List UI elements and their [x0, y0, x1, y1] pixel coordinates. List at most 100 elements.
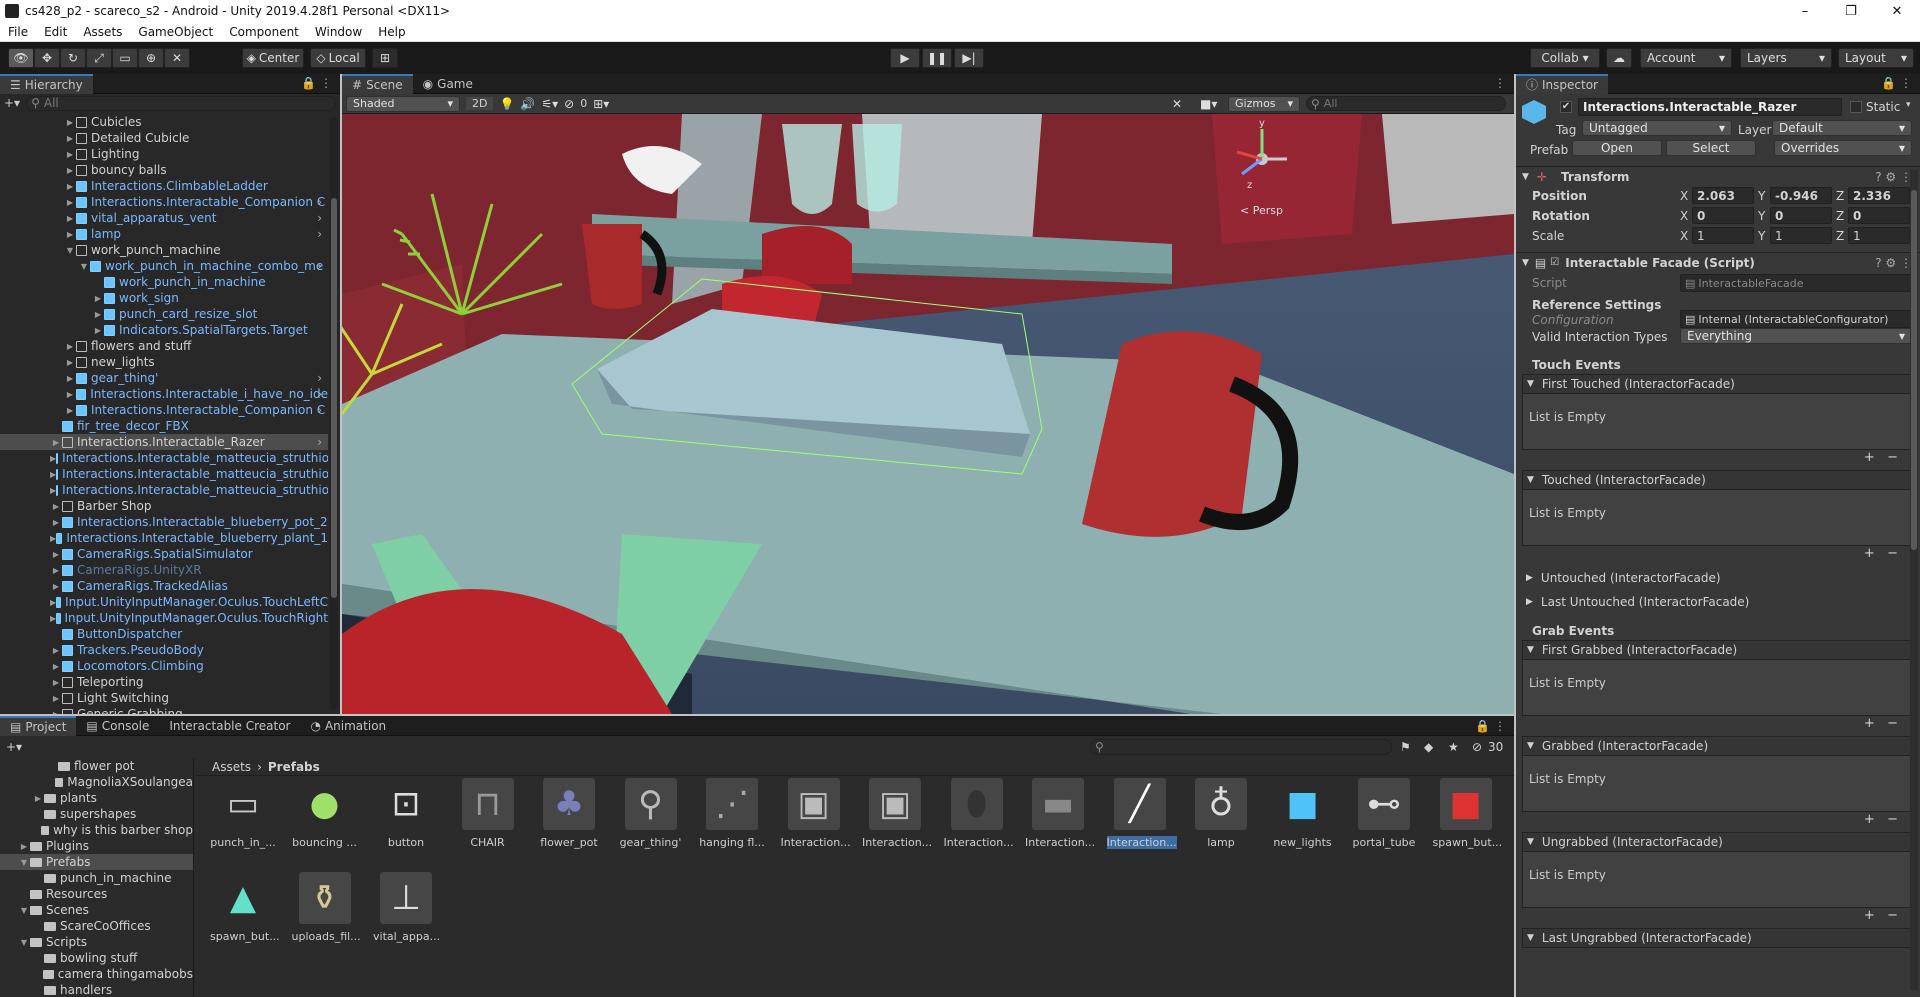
- tab-project[interactable]: ▤ Project: [0, 715, 77, 736]
- hierarchy-item[interactable]: ▶ Cubicles: [0, 114, 328, 130]
- transform-scale-y-field[interactable]: 1: [1770, 227, 1832, 244]
- foldout-closed-icon[interactable]: ▶: [92, 326, 104, 335]
- transform-rotation-y-field[interactable]: 0: [1770, 207, 1832, 224]
- hierarchy-item[interactable]: ▶ new_lights: [0, 354, 328, 370]
- hierarchy-item[interactable]: ▶ bouncy balls: [0, 162, 328, 178]
- hierarchy-item[interactable]: ▶ CameraRigs.SpatialSimulator: [0, 546, 328, 562]
- valid-types-dropdown[interactable]: Everything ▾: [1680, 328, 1912, 344]
- list-add-remove[interactable]: + −: [1522, 546, 1914, 562]
- list-add-remove[interactable]: + −: [1522, 812, 1914, 828]
- project-folder-item[interactable]: ▼ Scenes: [0, 902, 193, 918]
- foldout-arrow-icon[interactable]: ▼: [18, 858, 30, 867]
- foldout-closed-icon[interactable]: ▶: [64, 374, 76, 383]
- foldout-closed-icon[interactable]: ▶: [50, 502, 62, 511]
- foldout-arrow-icon[interactable]: ▼: [18, 938, 30, 947]
- tab-console[interactable]: ▤ Console: [76, 716, 159, 736]
- script-field[interactable]: ▤ InteractableFacade: [1680, 274, 1912, 292]
- foldout-closed-icon[interactable]: ▶: [64, 406, 76, 415]
- layers-dropdown[interactable]: Layers ▾: [1740, 48, 1832, 68]
- hierarchy-item[interactable]: ▶ Teleporting: [0, 674, 328, 690]
- foldout-closed-icon[interactable]: ▶: [64, 182, 76, 191]
- inspector-scrollbar[interactable]: [1910, 170, 1918, 990]
- hierarchy-scrollbar[interactable]: [330, 118, 338, 710]
- more-menu-icon[interactable]: ⋮: [1494, 719, 1506, 733]
- axis-y-label[interactable]: Y: [1758, 189, 1765, 203]
- event-last-untouched[interactable]: ▶ Last Untouched (InteractorFacade): [1522, 592, 1914, 612]
- gizmos-dropdown[interactable]: Gizmos ▾: [1228, 95, 1300, 112]
- prefab-open-arrow-icon[interactable]: ›: [317, 227, 322, 241]
- hierarchy-item[interactable]: ▶ Interactions.Interactable_matteucia_str…: [0, 482, 328, 498]
- prefab-open-arrow-icon[interactable]: ›: [317, 259, 322, 273]
- move-tool-button[interactable]: ✥: [34, 48, 60, 68]
- pivot-local-button[interactable]: ◇ Local: [310, 48, 366, 68]
- hierarchy-item[interactable]: ▶ Interactions.Interactable_Razer ›: [0, 434, 328, 450]
- prefab-open-arrow-icon[interactable]: ›: [317, 195, 322, 209]
- close-button[interactable]: ✕: [1874, 0, 1920, 22]
- view-tool-button[interactable]: 👁: [8, 48, 34, 68]
- axis-y-label[interactable]: Y: [1758, 209, 1765, 223]
- transform-position-y-field[interactable]: -0.946: [1770, 187, 1832, 204]
- prefab-open-arrow-icon[interactable]: ›: [317, 387, 322, 401]
- filter-type-icon[interactable]: ⚑: [1400, 740, 1411, 754]
- effects-toggle-icon[interactable]: ⚟▾: [541, 97, 558, 111]
- axis-z-label[interactable]: Z: [1836, 229, 1844, 243]
- prefab-open-arrow-icon[interactable]: ›: [317, 403, 322, 417]
- foldout-closed-icon[interactable]: ▶: [64, 150, 76, 159]
- foldout-closed-icon[interactable]: ▶: [64, 214, 76, 223]
- foldout-closed-icon[interactable]: ▶: [50, 518, 62, 527]
- step-button[interactable]: ▶|: [954, 48, 984, 68]
- hierarchy-item[interactable]: ▶ CameraRigs.UnityXR: [0, 562, 328, 578]
- hidden-objects-icon[interactable]: ⊘: [564, 97, 574, 111]
- hierarchy-search[interactable]: ⚲ All: [26, 95, 336, 111]
- foldout-closed-icon[interactable]: ▶: [64, 118, 76, 127]
- cloud-button[interactable]: ☁: [1606, 48, 1632, 68]
- project-folder-item[interactable]: ScareCoOffices: [0, 918, 193, 934]
- breadcrumb-prefabs[interactable]: Prefabs: [268, 760, 320, 774]
- project-folder-item[interactable]: Resources: [0, 886, 193, 902]
- toggle-2d-button[interactable]: 2D: [466, 97, 494, 110]
- project-folder-item[interactable]: MagnoliaXSoulangea: [0, 774, 193, 790]
- axis-z-label[interactable]: Z: [1836, 209, 1844, 223]
- asset-item[interactable]: ♁ lamp: [1188, 778, 1254, 850]
- tag-dropdown[interactable]: Untagged ▾: [1582, 120, 1732, 136]
- prefab-open-arrow-icon[interactable]: ›: [317, 211, 322, 225]
- project-folder-item[interactable]: why is this barber shop: [0, 822, 193, 838]
- lock-icon[interactable]: 🔒: [1881, 76, 1896, 90]
- breadcrumb-assets[interactable]: Assets: [212, 760, 251, 774]
- lock-icon[interactable]: 🔒: [301, 76, 316, 90]
- hierarchy-item[interactable]: ▶ lamp ›: [0, 226, 328, 242]
- transform-tool-button[interactable]: ⊕: [138, 48, 164, 68]
- account-dropdown[interactable]: Account ▾: [1640, 48, 1732, 68]
- prefab-open-button[interactable]: Open: [1572, 140, 1662, 156]
- axis-y-label[interactable]: Y: [1758, 229, 1765, 243]
- hierarchy-item[interactable]: ▶ punch_card_resize_slot: [0, 306, 328, 322]
- hierarchy-item[interactable]: ▶ Light Switching: [0, 690, 328, 706]
- foldout-closed-icon[interactable]: ▶: [50, 566, 62, 575]
- maximize-button[interactable]: ❐: [1828, 0, 1874, 22]
- hierarchy-item[interactable]: ButtonDispatcher: [0, 626, 328, 642]
- hierarchy-scroll-thumb[interactable]: [331, 198, 337, 598]
- persp-label[interactable]: < Persp: [1240, 204, 1283, 217]
- asset-item[interactable]: ● bouncing ...: [292, 778, 358, 850]
- hierarchy-item[interactable]: ▶ gear_thing' ›: [0, 370, 328, 386]
- foldout-closed-icon[interactable]: ▶: [50, 582, 62, 591]
- axis-z-label[interactable]: Z: [1836, 189, 1844, 203]
- menu-edit[interactable]: Edit: [36, 25, 75, 39]
- pivot-center-button[interactable]: ◈ Center: [242, 48, 304, 68]
- axis-x-label[interactable]: X: [1680, 189, 1688, 203]
- play-button[interactable]: ▶: [890, 48, 920, 68]
- component-enabled-checkbox[interactable]: ☑: [1550, 257, 1559, 268]
- scene-more-icon[interactable]: ⋮: [1494, 76, 1506, 90]
- configuration-field[interactable]: ▤ Internal (InteractableConfigurator): [1680, 310, 1912, 328]
- hierarchy-item[interactable]: ▶ Generic Grabbing: [0, 706, 328, 714]
- list-add-remove[interactable]: + −: [1522, 908, 1914, 924]
- hierarchy-item[interactable]: ▶ Input.UnityInputManager.Oculus.TouchLef…: [0, 594, 328, 610]
- hierarchy-item[interactable]: ▼ work_punch_in_machine_combo_me ›: [0, 258, 328, 274]
- collab-button[interactable]: Collab ▾: [1530, 48, 1600, 68]
- project-folder-item[interactable]: ▼ Prefabs: [0, 854, 193, 870]
- rotate-tool-button[interactable]: ↻: [60, 48, 86, 68]
- shading-dropdown[interactable]: Shaded ▾: [346, 95, 460, 112]
- hierarchy-item[interactable]: ▶ Interactions.Interactable_matteucia_str…: [0, 450, 328, 466]
- foldout-closed-icon[interactable]: ▶: [92, 310, 104, 319]
- hierarchy-item[interactable]: ▶ CameraRigs.TrackedAlias: [0, 578, 328, 594]
